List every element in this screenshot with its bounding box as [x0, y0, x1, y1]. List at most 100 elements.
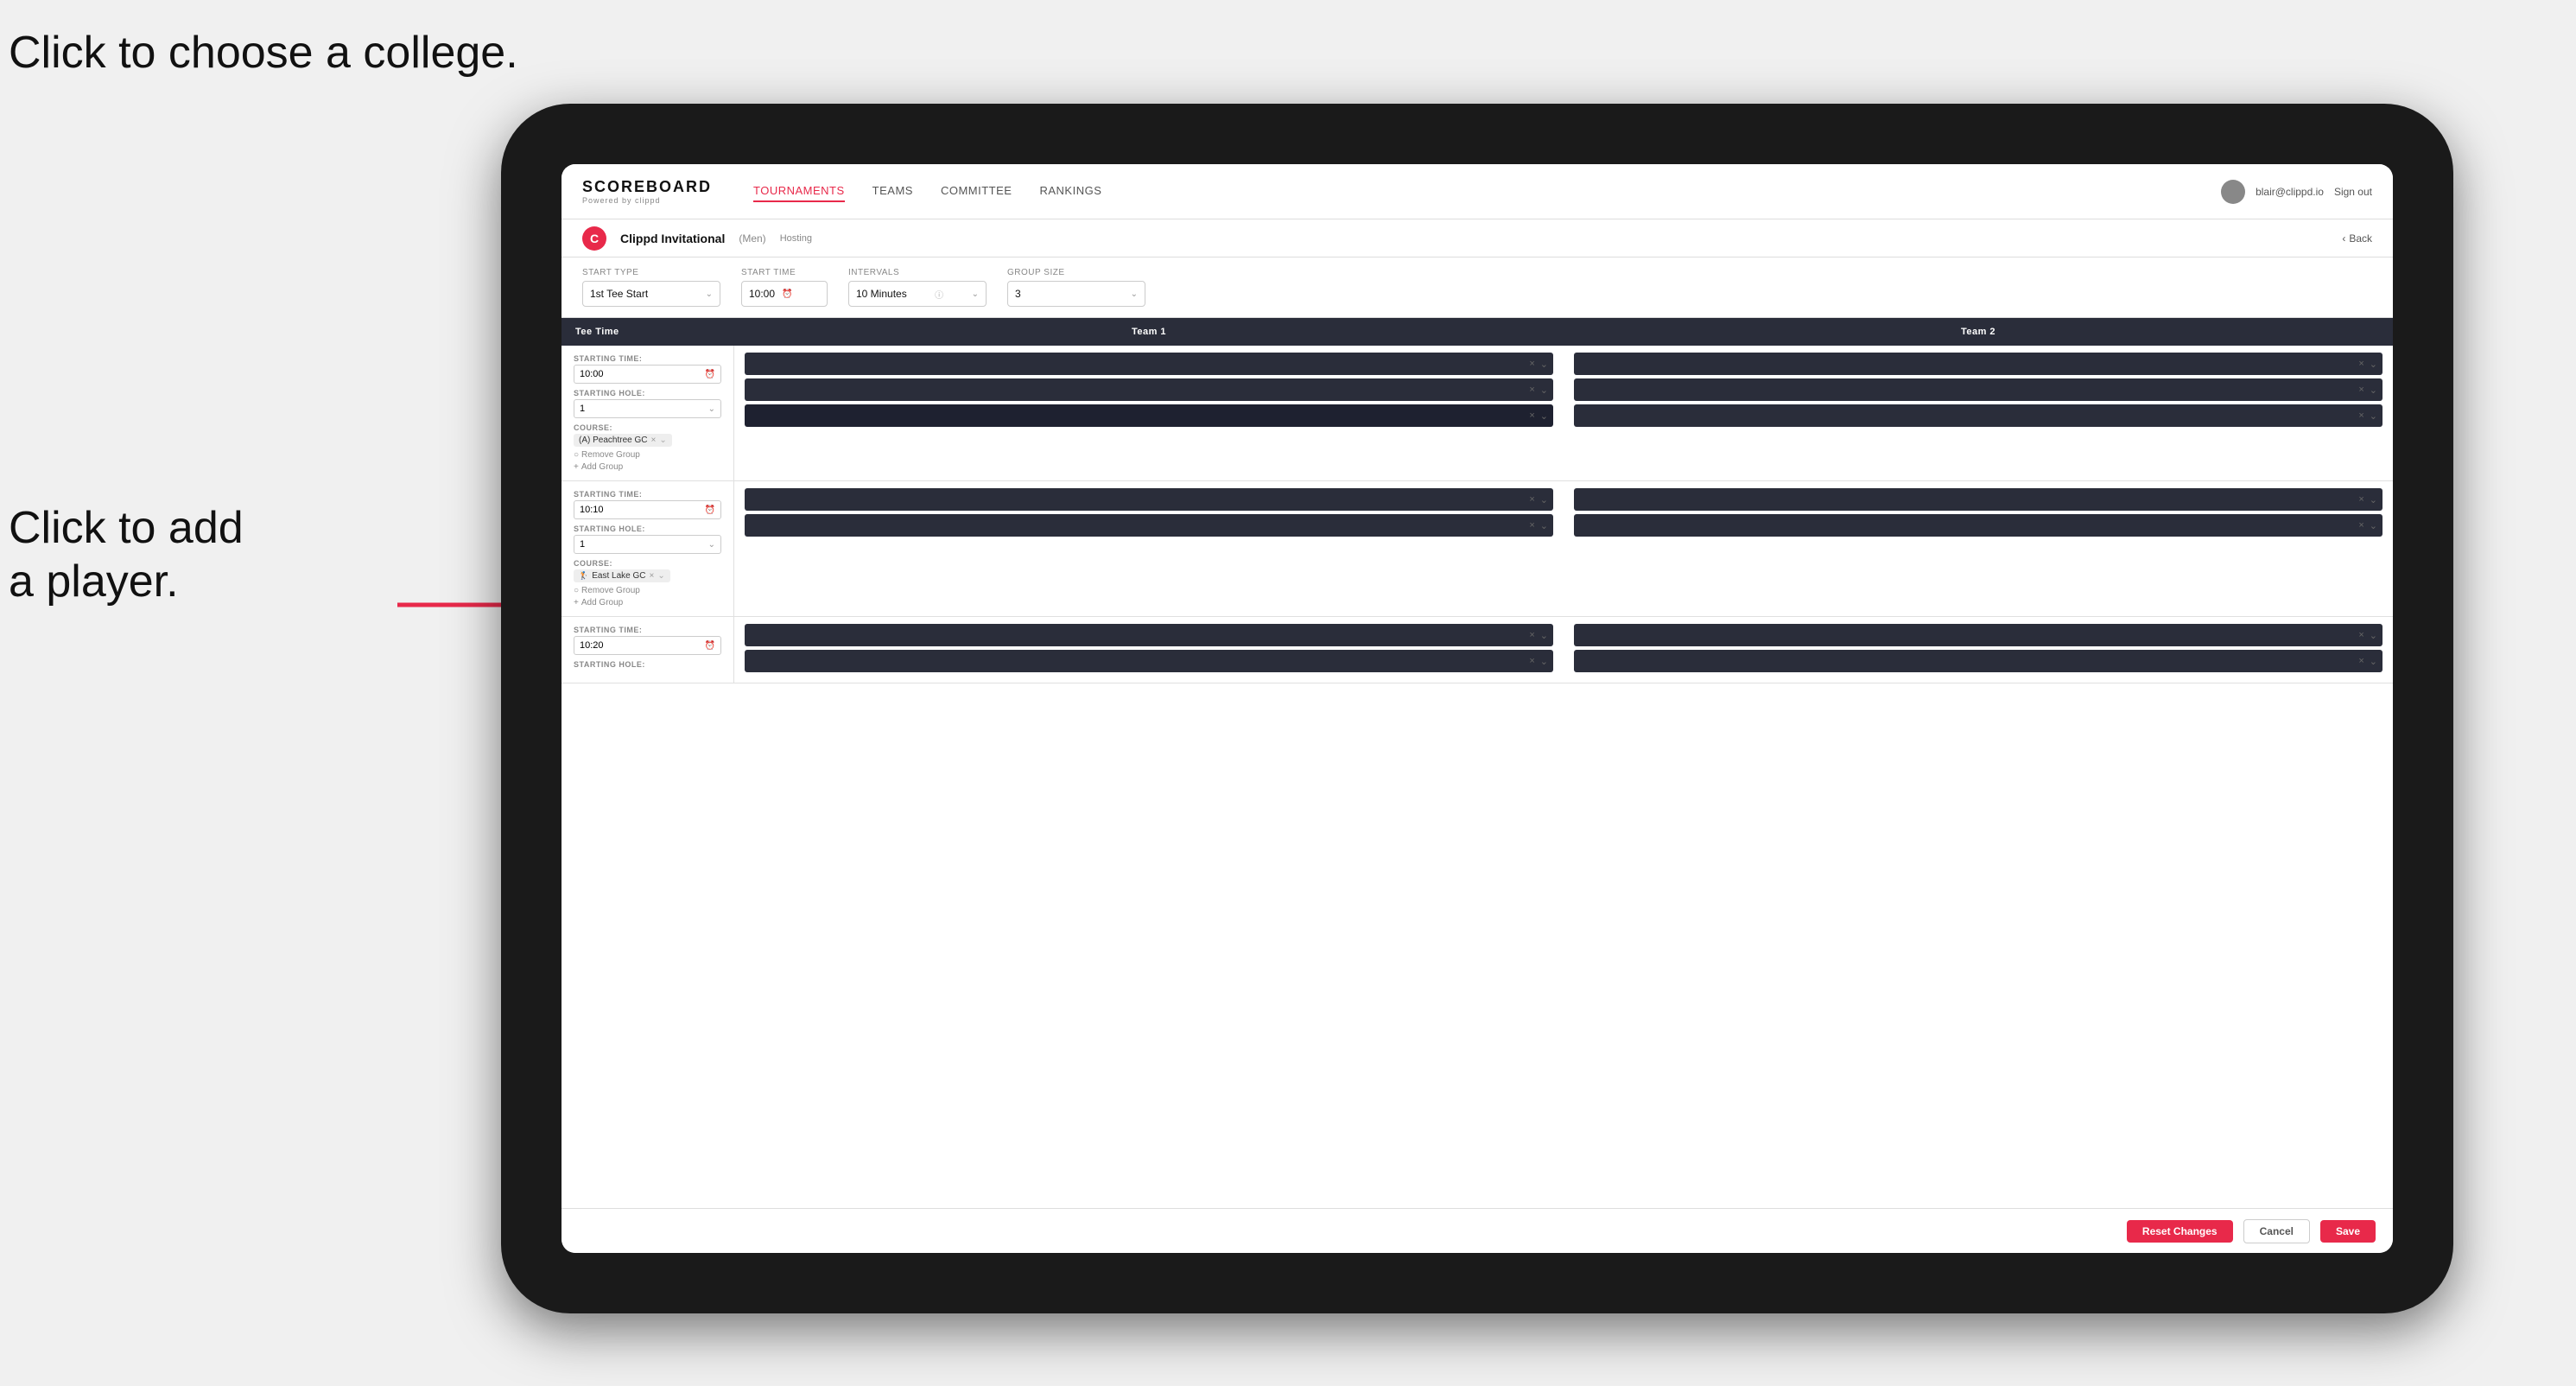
row3-starting-time-input[interactable]: 10:20 ⏰	[574, 636, 721, 655]
time-icon-1: ⏰	[705, 370, 715, 379]
row1-team2-cell: × ⌄ × ⌄ × ⌄	[1564, 346, 2393, 480]
player-slot[interactable]: × ⌄	[1574, 378, 2382, 401]
slot-x-icon[interactable]: ×	[1529, 410, 1534, 421]
cancel-button[interactable]: Cancel	[2243, 1219, 2310, 1243]
player-slot[interactable]: × ⌄	[745, 378, 1553, 401]
course-tag-edit[interactable]: ⌄	[659, 436, 666, 445]
hosting-badge: Hosting	[780, 233, 812, 244]
nav-link-teams[interactable]: TEAMS	[872, 181, 913, 202]
slot-x-icon[interactable]: ×	[2358, 494, 2363, 505]
slot-chevron-icon[interactable]: ⌄	[2370, 385, 2377, 396]
tablet-frame: SCOREBOARD Powered by clippd TOURNAMENTS…	[501, 104, 2453, 1313]
slot-chevron-icon[interactable]: ⌄	[1540, 359, 1548, 370]
slot-x-icon[interactable]: ×	[2358, 630, 2363, 640]
back-button[interactable]: ‹ Back	[2342, 232, 2372, 245]
slot-chevron-icon[interactable]: ⌄	[2370, 494, 2377, 505]
reset-changes-button[interactable]: Reset Changes	[2127, 1220, 2233, 1243]
player-slot[interactable]: × ⌄	[745, 624, 1553, 646]
slot-x-icon[interactable]: ×	[1529, 630, 1534, 640]
course-tag-remove[interactable]: ×	[649, 571, 654, 581]
row2-team1-cell: × ⌄ × ⌄	[734, 481, 1564, 616]
slot-chevron-icon[interactable]: ⌄	[1540, 656, 1548, 667]
slot-chevron-icon[interactable]: ⌄	[2370, 520, 2377, 531]
table-area: Tee Time Team 1 Team 2 Starting Time: 10…	[562, 318, 2393, 1208]
row2-starting-time-input[interactable]: 10:10 ⏰	[574, 500, 721, 519]
player-slot-empty[interactable]: × ⌄	[745, 404, 1553, 427]
sign-out-link[interactable]: Sign out	[2334, 186, 2372, 198]
player-slot[interactable]: × ⌄	[1574, 650, 2382, 672]
row1-left-panel: Starting Time: 10:00 ⏰ Starting Hole: 1 …	[562, 346, 734, 480]
player-slot[interactable]: × ⌄	[1574, 514, 2382, 537]
col-team1: Team 1	[734, 318, 1564, 346]
row1-course-tag[interactable]: (A) Peachtree GC × ⌄	[574, 434, 672, 447]
nav-link-tournaments[interactable]: TOURNAMENTS	[753, 181, 845, 202]
slot-x-icon[interactable]: ×	[2358, 385, 2363, 395]
row2-left-panel: Starting Time: 10:10 ⏰ Starting Hole: 1 …	[562, 481, 734, 616]
slot-x-icon[interactable]: ×	[1529, 359, 1534, 369]
slot-x-icon[interactable]: ×	[1529, 494, 1534, 505]
row2-course-tag[interactable]: 🏌 East Lake GC × ⌄	[574, 569, 670, 582]
nav-link-committee[interactable]: COMMITTEE	[941, 181, 1012, 202]
player-slot[interactable]: × ⌄	[745, 650, 1553, 672]
player-slot[interactable]: × ⌄	[745, 353, 1553, 375]
slot-x-icon[interactable]: ×	[2358, 656, 2363, 666]
group-size-select[interactable]: 3 ⌄	[1007, 281, 1145, 307]
slot-chevron-icon[interactable]: ⌄	[1540, 494, 1548, 505]
table-row: Starting Time: 10:20 ⏰ Starting Hole: × …	[562, 617, 2393, 683]
player-slot[interactable]: × ⌄	[1574, 404, 2382, 427]
row1-starting-hole-label: Starting Hole:	[574, 389, 721, 397]
player-slot[interactable]: × ⌄	[1574, 353, 2382, 375]
row3-starting-hole-label: Starting Hole:	[574, 660, 721, 669]
table-row: Starting Time: 10:00 ⏰ Starting Hole: 1 …	[562, 346, 2393, 481]
slot-chevron-icon[interactable]: ⌄	[2370, 656, 2377, 667]
course-tag-edit[interactable]: ⌄	[657, 571, 664, 581]
start-time-input[interactable]: 10:00 ⏰	[741, 281, 828, 307]
row2-starting-hole-input[interactable]: 1 ⌄	[574, 535, 721, 554]
row2-remove-group[interactable]: ○ Remove Group	[574, 586, 721, 595]
tournament-name: Clippd Invitational	[620, 232, 725, 245]
intervals-select[interactable]: 10 Minutes ⓘ ⌄	[848, 281, 987, 307]
slot-x-icon[interactable]: ×	[1529, 385, 1534, 395]
nav-right: blair@clippd.io Sign out	[2221, 180, 2372, 204]
start-type-select[interactable]: 1st Tee Start ⌄	[582, 281, 720, 307]
course-tag-remove[interactable]: ×	[650, 436, 656, 445]
slot-chevron-icon[interactable]: ⌄	[2370, 359, 2377, 370]
brand: SCOREBOARD Powered by clippd	[582, 178, 712, 205]
row1-add-group[interactable]: + Add Group	[574, 462, 721, 472]
player-slot[interactable]: × ⌄	[1574, 624, 2382, 646]
nav-link-rankings[interactable]: RANKINGS	[1039, 181, 1101, 202]
slot-chevron-icon[interactable]: ⌄	[2370, 410, 2377, 422]
time-icon-3: ⏰	[705, 641, 715, 651]
slot-x-icon[interactable]: ×	[1529, 520, 1534, 531]
row1-starting-hole-input[interactable]: 1 ⌄	[574, 399, 721, 418]
row1-remove-group[interactable]: ○ Remove Group	[574, 450, 721, 460]
slot-x-icon[interactable]: ×	[2358, 410, 2363, 421]
slot-x-icon[interactable]: ×	[1529, 656, 1534, 666]
slot-chevron-icon[interactable]: ⌄	[1540, 410, 1548, 422]
intervals-group: Intervals 10 Minutes ⓘ ⌄	[848, 268, 987, 307]
top-nav: SCOREBOARD Powered by clippd TOURNAMENTS…	[562, 164, 2393, 219]
row2-add-group[interactable]: + Add Group	[574, 598, 721, 607]
player-slot[interactable]: × ⌄	[745, 514, 1553, 537]
slot-chevron-icon[interactable]: ⌄	[2370, 630, 2377, 641]
slot-x-icon[interactable]: ×	[2358, 359, 2363, 369]
row1-team1-cell: × ⌄ × ⌄ × ⌄	[734, 346, 1564, 480]
slot-chevron-icon[interactable]: ⌄	[1540, 520, 1548, 531]
slot-chevron-icon[interactable]: ⌄	[1540, 385, 1548, 396]
row2-starting-time-label: Starting Time:	[574, 490, 721, 499]
player-slot[interactable]: × ⌄	[1574, 488, 2382, 511]
group-size-label: Group Size	[1007, 268, 1145, 277]
row1-starting-time-input[interactable]: 10:00 ⏰	[574, 365, 721, 384]
clock-icon: ⏰	[782, 289, 792, 299]
time-icon-2: ⏰	[705, 505, 715, 515]
row3-team2-cell: × ⌄ × ⌄	[1564, 617, 2393, 683]
brand-sub: Powered by clippd	[582, 196, 712, 205]
annotation-top: Click to choose a college.	[9, 26, 518, 79]
row1-course-label: Course:	[574, 423, 721, 432]
user-email: blair@clippd.io	[2256, 186, 2324, 198]
slot-x-icon[interactable]: ×	[2358, 520, 2363, 531]
player-slot[interactable]: × ⌄	[745, 488, 1553, 511]
row3-team1-cell: × ⌄ × ⌄	[734, 617, 1564, 683]
slot-chevron-icon[interactable]: ⌄	[1540, 630, 1548, 641]
save-button[interactable]: Save	[2320, 1220, 2376, 1243]
